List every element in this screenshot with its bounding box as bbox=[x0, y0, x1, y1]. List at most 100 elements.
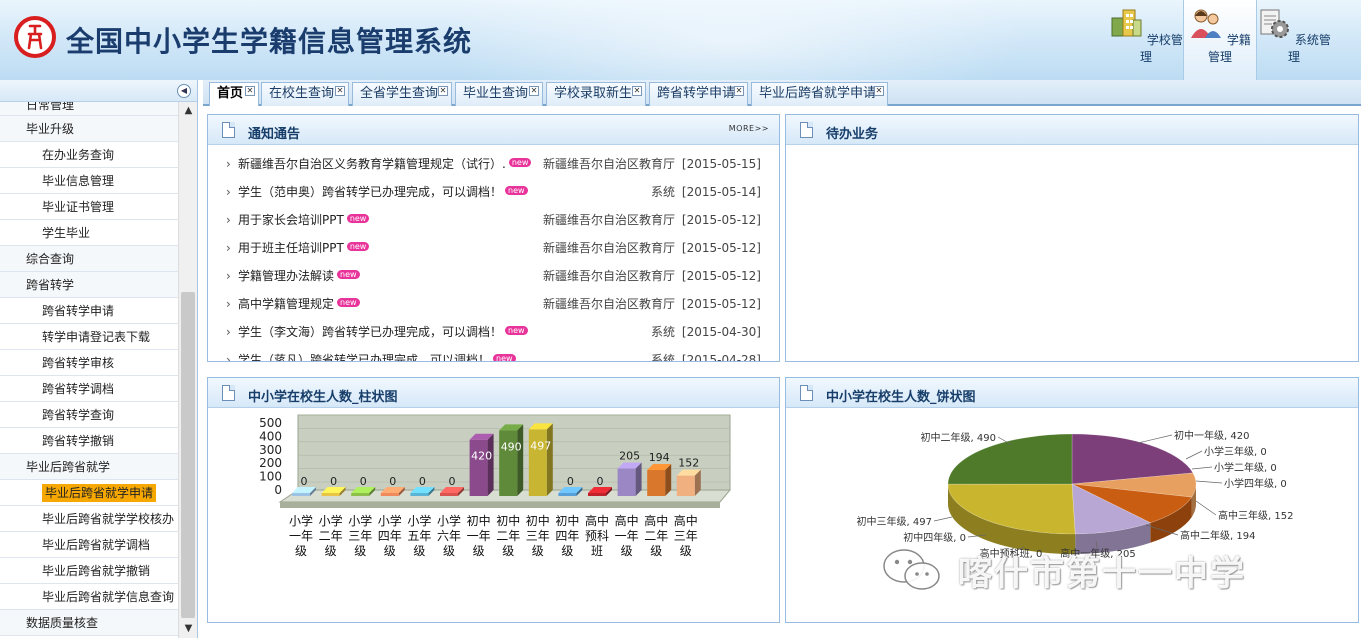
sidebar-item[interactable]: 学生毕业 bbox=[0, 220, 178, 246]
tab-enrolled-query[interactable]: 在校生查询 ✕ bbox=[261, 82, 349, 106]
notice-title[interactable]: 学籍管理办法解读 bbox=[238, 269, 334, 283]
nav-system-management[interactable]: 系统管理 bbox=[1257, 0, 1331, 80]
notice-item[interactable]: › 学生（蒋凡）跨省转学已办理完成，可以调档！ new 系统 [2015-04-28] bbox=[208, 346, 779, 361]
sidebar-item[interactable]: 毕业信息管理 bbox=[0, 168, 178, 194]
bar-value-label: 0 bbox=[389, 475, 396, 488]
notice-title-wrap[interactable]: 学生（范申奥）跨省转学已办理完成，可以调档！ new bbox=[238, 178, 528, 206]
notice-item[interactable]: › 新疆维吾尔自治区义务教育学籍管理规定（试行）. new 新疆维吾尔自治区教育厅 [2… bbox=[208, 150, 779, 178]
notice-item[interactable]: › 学生（李文海）跨省转学已办理完成，可以调档！ new 系统 [2015-04-30] bbox=[208, 318, 779, 346]
sidebar-item[interactable]: 跨省转学 bbox=[0, 272, 178, 298]
tab-admission[interactable]: 学校录取新生 ✕ bbox=[546, 82, 646, 106]
notice-title-wrap[interactable]: 学籍管理办法解读 new bbox=[238, 262, 360, 290]
tab-graduate-query[interactable]: 毕业生查询 ✕ bbox=[455, 82, 543, 106]
close-icon[interactable]: ✕ bbox=[335, 86, 345, 96]
new-badge: new bbox=[505, 186, 528, 195]
sidebar-item[interactable]: 综合查询 bbox=[0, 246, 178, 272]
new-badge: new bbox=[508, 158, 532, 167]
bar-front bbox=[469, 439, 488, 496]
top-nav: 学校管理 学籍管理 系统管理 bbox=[1109, 0, 1331, 80]
bar-side bbox=[546, 423, 553, 496]
panel-header: 中小学在校生人数_柱状图 bbox=[208, 378, 779, 408]
nav-student-management[interactable]: 学籍管理 bbox=[1183, 0, 1257, 80]
sidebar-item[interactable]: 毕业证书管理 bbox=[0, 194, 178, 220]
notice-item[interactable]: › 用于班主任培训PPT new 新疆维吾尔自治区教育厅 [2015-05-12] bbox=[208, 234, 779, 262]
bar[interactable] bbox=[617, 462, 642, 496]
todo-panel: 待办业务 bbox=[785, 114, 1359, 362]
bar[interactable] bbox=[469, 433, 494, 496]
notice-title-wrap[interactable]: 用于班主任培训PPT new bbox=[238, 234, 370, 262]
bar[interactable] bbox=[499, 424, 524, 496]
close-icon[interactable]: ✕ bbox=[874, 86, 884, 96]
sidebar-item[interactable]: 数据质量核查 bbox=[0, 610, 178, 636]
notice-title[interactable]: 学生（蒋凡）跨省转学已办理完成，可以调档！ bbox=[238, 353, 490, 361]
notice-source: 新疆维吾尔自治区教育厅 bbox=[542, 241, 675, 255]
tab-label: 在校生查询 bbox=[269, 86, 335, 101]
more-link[interactable]: MORE>> bbox=[729, 124, 769, 133]
scroll-up-icon[interactable]: ▲ bbox=[179, 102, 198, 120]
school-buildings-icon bbox=[1111, 9, 1142, 37]
notice-title-wrap[interactable]: 新疆维吾尔自治区义务教育学籍管理规定（试行）. new bbox=[238, 150, 532, 178]
close-icon[interactable]: ✕ bbox=[245, 86, 255, 96]
notice-item[interactable]: › 高中学籍管理规定 new 新疆维吾尔自治区教育厅 [2015-05-12] bbox=[208, 290, 779, 318]
notice-title[interactable]: 高中学籍管理规定 bbox=[238, 297, 334, 311]
sidebar-item[interactable]: 在办业务查询 bbox=[0, 142, 178, 168]
sidebar-item[interactable]: 跨省转学审核 bbox=[0, 350, 178, 376]
bar[interactable] bbox=[676, 469, 701, 496]
sidebar-scrollbar[interactable]: ▲ ▼ bbox=[178, 102, 197, 638]
bar-value-label: 497 bbox=[530, 439, 551, 452]
tab-home[interactable]: 首页 ✕ bbox=[209, 82, 259, 106]
tab-transfer-apply[interactable]: 跨省转学申请 ✕ bbox=[649, 82, 748, 106]
scrollbar-thumb[interactable] bbox=[181, 292, 195, 618]
tab-post-grad-apply[interactable]: 毕业后跨省就学申请 ✕ bbox=[751, 82, 888, 106]
notice-item[interactable]: › 学籍管理办法解读 new 新疆维吾尔自治区教育厅 [2015-05-12] bbox=[208, 262, 779, 290]
sidebar-item[interactable]: 转学申请登记表下载 bbox=[0, 324, 178, 350]
bar-front bbox=[440, 493, 458, 496]
sidebar-item[interactable]: 毕业后跨省就学学校核办 bbox=[0, 506, 178, 532]
bar-front bbox=[647, 470, 666, 496]
bar-value-label: 0 bbox=[419, 475, 426, 488]
scroll-down-icon[interactable]: ▼ bbox=[179, 620, 198, 638]
notice-date: [2015-05-12] bbox=[681, 269, 761, 283]
notice-title[interactable]: 用于班主任培训PPT bbox=[238, 241, 344, 255]
bar-chart-area: 0 100 200 300 400 500 0 小学一年级 0 小学二年级 0 小学三年级 0 小学四年级… bbox=[208, 409, 779, 622]
sidebar-item[interactable]: 跨省转学调档 bbox=[0, 376, 178, 402]
close-icon[interactable]: ✕ bbox=[734, 86, 744, 96]
notice-title-wrap[interactable]: 用于家长会培训PPT new bbox=[238, 206, 370, 234]
sidebar-item[interactable]: 毕业后跨省就学申请 bbox=[0, 480, 178, 506]
sidebar-item[interactable]: 跨省转学撤销 bbox=[0, 428, 178, 454]
collapse-sidebar-icon[interactable]: ◀ bbox=[177, 84, 191, 98]
close-icon[interactable]: ✕ bbox=[529, 86, 539, 96]
new-badge: new bbox=[346, 242, 370, 251]
sidebar-item[interactable]: 毕业后跨省就学 bbox=[0, 454, 178, 480]
chevron-right-icon: › bbox=[226, 185, 231, 199]
notice-title-wrap[interactable]: 高中学籍管理规定 new bbox=[238, 290, 360, 318]
sidebar-item-label: 毕业后跨省就学学校核办 bbox=[42, 512, 175, 526]
tab-province-query[interactable]: 全省学生查询 ✕ bbox=[352, 82, 452, 106]
notice-list: › 新疆维吾尔自治区义务教育学籍管理规定（试行）. new 新疆维吾尔自治区教育厅 [2… bbox=[208, 145, 779, 361]
sidebar-item-partial[interactable]: 日常管理 bbox=[0, 102, 178, 116]
notice-title[interactable]: 学生（李文海）跨省转学已办理完成，可以调档！ bbox=[238, 325, 502, 339]
document-icon bbox=[800, 122, 813, 138]
sidebar-item[interactable]: 毕业升级 bbox=[0, 116, 178, 142]
notice-title[interactable]: 学生（范申奥）跨省转学已办理完成，可以调档！ bbox=[238, 185, 502, 199]
y-tick-label: 300 bbox=[259, 443, 282, 457]
notice-source: 新疆维吾尔自治区教育厅 bbox=[542, 213, 675, 227]
close-icon[interactable]: ✕ bbox=[632, 86, 642, 96]
bar[interactable] bbox=[528, 423, 553, 496]
notice-item[interactable]: › 用于家长会培训PPT new 新疆维吾尔自治区教育厅 [2015-05-12] bbox=[208, 206, 779, 234]
x-tick-label: 小学五年级 bbox=[407, 513, 431, 558]
nav-school-management[interactable]: 学校管理 bbox=[1109, 0, 1183, 80]
sidebar-item[interactable]: 跨省转学查询 bbox=[0, 402, 178, 428]
notice-item[interactable]: › 学生（范申奥）跨省转学已办理完成，可以调档！ new 系统 [2015-05-14] bbox=[208, 178, 779, 206]
sidebar-item[interactable]: 毕业后跨省就学撤销 bbox=[0, 558, 178, 584]
notice-title[interactable]: 用于家长会培训PPT bbox=[238, 213, 344, 227]
bar[interactable] bbox=[647, 464, 672, 496]
sidebar-item[interactable]: 毕业后跨省就学信息查询 bbox=[0, 584, 178, 610]
pie-label-leader bbox=[1195, 500, 1217, 516]
notice-title-wrap[interactable]: 学生（蒋凡）跨省转学已办理完成，可以调档！ new bbox=[238, 346, 516, 361]
sidebar-item[interactable]: 毕业后跨省就学调档 bbox=[0, 532, 178, 558]
sidebar-item[interactable]: 跨省转学申请 bbox=[0, 298, 178, 324]
close-icon[interactable]: ✕ bbox=[438, 86, 448, 96]
notice-title[interactable]: 新疆维吾尔自治区义务教育学籍管理规定（试行）. bbox=[238, 157, 506, 171]
notice-title-wrap[interactable]: 学生（李文海）跨省转学已办理完成，可以调档！ new bbox=[238, 318, 528, 346]
